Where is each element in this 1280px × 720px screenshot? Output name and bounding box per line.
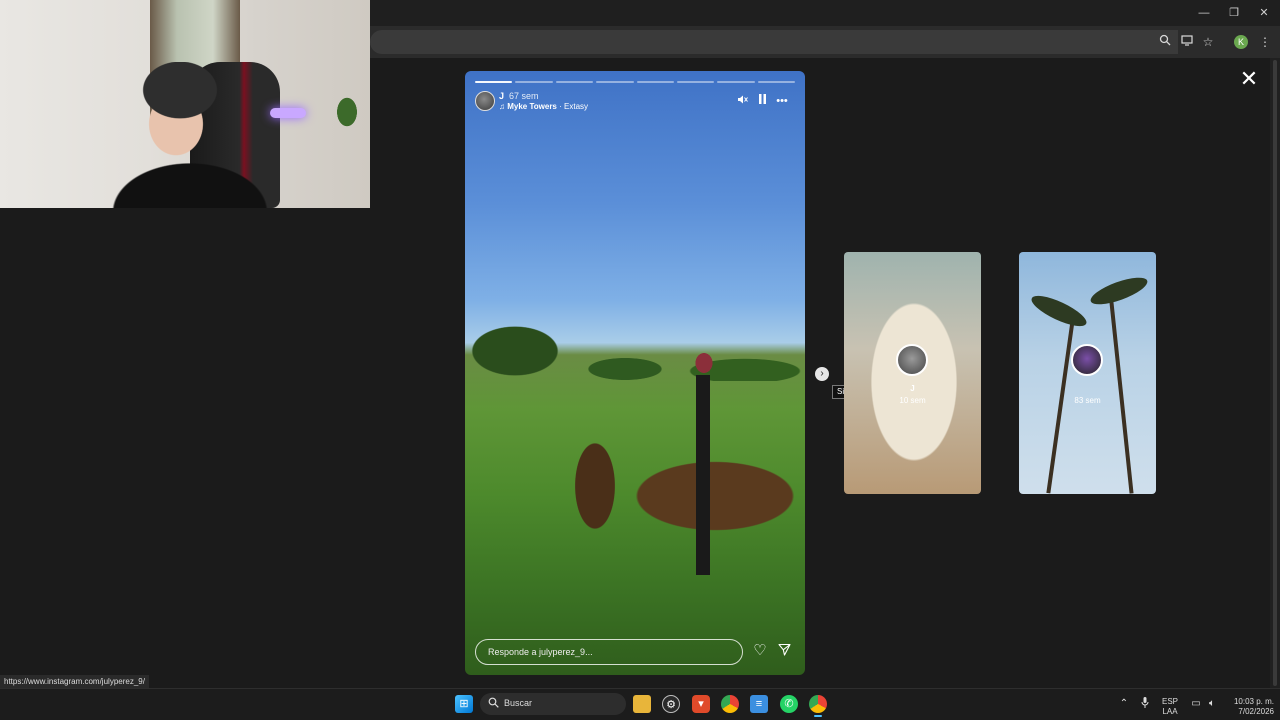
- page-scrollbar[interactable]: [1270, 58, 1280, 688]
- story-avatar[interactable]: [475, 91, 495, 111]
- brave-icon[interactable]: ▾: [692, 695, 710, 713]
- story-photo-rider: [680, 351, 726, 581]
- restore-button[interactable]: ❐: [1224, 5, 1244, 21]
- heart-icon[interactable]: ♡: [752, 643, 768, 659]
- zoom-icon[interactable]: [1157, 34, 1173, 50]
- next-story-button[interactable]: ›: [815, 367, 829, 381]
- palm-trunk: [1108, 292, 1134, 494]
- language-indicator[interactable]: ESP LAA: [1158, 697, 1182, 717]
- story-progress-bar: [475, 81, 795, 83]
- chrome-active-icon[interactable]: [809, 695, 827, 713]
- progress-segment: [757, 81, 795, 83]
- microphone-icon[interactable]: [1138, 697, 1152, 711]
- story-photo-trees: [465, 311, 805, 381]
- clock-date: 7/02/2026: [1238, 707, 1274, 716]
- search-icon: [486, 697, 500, 711]
- story-music-label[interactable]: ♫ Myke Towers · Extasy: [499, 102, 588, 111]
- progress-segment: [596, 81, 634, 83]
- scrollbar-thumb[interactable]: [1273, 60, 1277, 686]
- progress-segment: [676, 81, 715, 83]
- volume-icon[interactable]: 🔈︎: [1205, 697, 1219, 711]
- music-note-icon: ♫: [499, 102, 508, 111]
- upcoming-story-time: 83 sem: [1074, 396, 1101, 405]
- progress-segment: [636, 81, 674, 83]
- active-story[interactable]: J 67 sem ♫ Myke Towers · Extasy ••• Resp…: [465, 71, 805, 675]
- pause-icon[interactable]: [755, 94, 769, 108]
- upcoming-story-2[interactable]: 83 sem: [1019, 252, 1156, 494]
- chevron-up-icon[interactable]: ⌃: [1117, 697, 1131, 711]
- upcoming-story-time: 10 sem: [899, 396, 926, 405]
- more-options-icon[interactable]: •••: [775, 94, 789, 108]
- palm-frond: [1028, 290, 1090, 332]
- progress-segment: [717, 81, 755, 83]
- story-username[interactable]: J: [499, 91, 504, 101]
- status-bar-url: https://www.instagram.com/julyperez_9/: [0, 675, 149, 688]
- star-icon[interactable]: ☆: [1200, 34, 1216, 50]
- clock[interactable]: 10:03 p. m. 7/02/2026: [1224, 697, 1274, 717]
- install-icon[interactable]: [1179, 34, 1195, 50]
- menu-icon[interactable]: ⋮: [1257, 34, 1273, 50]
- profile-avatar[interactable]: K: [1234, 35, 1248, 49]
- upcoming-story-avatar: [896, 344, 928, 376]
- progress-segment: [555, 81, 594, 83]
- reply-input[interactable]: Responde a julyperez_9...: [475, 639, 743, 665]
- language-line-2: LAA: [1162, 707, 1178, 716]
- close-story-button[interactable]: ✕: [1238, 68, 1260, 90]
- share-icon[interactable]: [776, 643, 792, 659]
- minimize-button[interactable]: —: [1194, 5, 1214, 21]
- whatsapp-icon[interactable]: ✆: [780, 695, 798, 713]
- story-timestamp: 67 sem: [509, 91, 539, 101]
- active-app-indicator: [814, 715, 822, 717]
- notepad-icon[interactable]: ≡: [750, 695, 768, 713]
- chrome-icon[interactable]: [721, 695, 739, 713]
- music-song: · Extasy: [559, 102, 589, 111]
- clock-time: 10:03 p. m.: [1233, 697, 1274, 706]
- music-artist: Myke Towers: [507, 102, 557, 111]
- mute-icon[interactable]: [735, 94, 749, 108]
- webcam-person: [100, 62, 290, 208]
- window-close-button[interactable]: ✕: [1254, 5, 1274, 21]
- upcoming-story-1[interactable]: J 10 sem: [844, 252, 981, 494]
- settings-icon[interactable]: ⚙: [662, 695, 680, 713]
- network-icon[interactable]: ▭: [1189, 697, 1203, 711]
- address-bar[interactable]: [370, 30, 1178, 54]
- upcoming-story-avatar: [1071, 344, 1103, 376]
- progress-segment: [515, 81, 553, 83]
- file-explorer-icon[interactable]: [633, 695, 651, 713]
- taskbar-search[interactable]: [480, 693, 626, 715]
- search-label: Buscar: [504, 698, 533, 708]
- upcoming-story-name: J: [910, 384, 915, 393]
- webcam-christmas-tree: [332, 92, 362, 132]
- palm-frond: [1087, 272, 1151, 310]
- progress-segment: [475, 81, 513, 83]
- webcam-overlay: [0, 0, 370, 208]
- windows-start-icon[interactable]: ⊞: [455, 695, 473, 713]
- language-line-1: ESP: [1161, 697, 1178, 706]
